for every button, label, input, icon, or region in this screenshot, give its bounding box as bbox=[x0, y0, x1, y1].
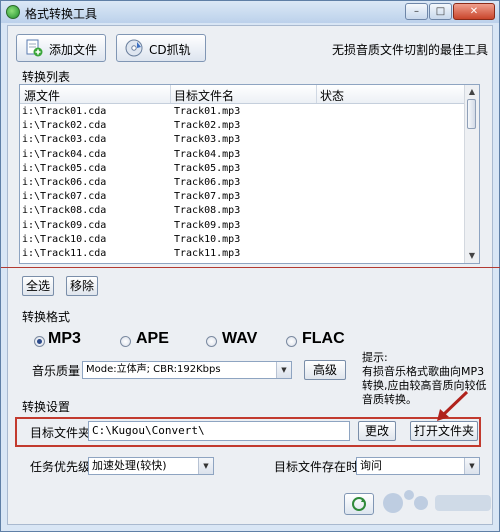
radio-mp3[interactable] bbox=[34, 336, 45, 347]
table-row[interactable]: i:\Track01.cda Track01.mp3 bbox=[20, 105, 466, 119]
convert-button[interactable] bbox=[344, 493, 374, 515]
column-target[interactable]: 目标文件名 bbox=[174, 87, 234, 104]
chevron-down-icon[interactable]: ▼ bbox=[464, 458, 479, 474]
table-row[interactable]: i:\Track03.cda Track03.mp3 bbox=[20, 133, 466, 147]
settings-section-label: 转换设置 bbox=[22, 400, 71, 414]
cd-rip-label: CD抓轨 bbox=[149, 43, 191, 57]
minimize-button[interactable]: – bbox=[405, 3, 428, 20]
advanced-button[interactable]: 高级 bbox=[304, 360, 346, 380]
scroll-down-icon[interactable]: ▼ bbox=[465, 249, 479, 263]
chevron-down-icon[interactable]: ▼ bbox=[276, 362, 291, 378]
radio-ape-label[interactable]: APE bbox=[136, 330, 169, 348]
radio-wav-label[interactable]: WAV bbox=[222, 330, 257, 348]
cell-source: i:\Track01.cda bbox=[22, 106, 107, 117]
add-file-label: 添加文件 bbox=[49, 43, 98, 57]
slogan-text: 无损音质文件切割的最佳工具 bbox=[332, 43, 489, 57]
priority-select-value: 加速处理(较快) bbox=[92, 459, 167, 472]
window-title: 格式转换工具 bbox=[25, 7, 98, 21]
cell-target: Track05.mp3 bbox=[174, 162, 241, 174]
cell-source: i:\Track06.cda bbox=[22, 177, 107, 188]
column-source[interactable]: 源文件 bbox=[24, 87, 60, 104]
cell-source: i:\Track02.cda bbox=[22, 120, 107, 132]
radio-mp3-label[interactable]: MP3 bbox=[48, 330, 81, 348]
main-window: 格式转换工具 – □ ✕ 添加文件 CD抓轨 无损音质文件切割的最佳工具 转换列… bbox=[0, 0, 500, 532]
cell-target: Track07.mp3 bbox=[174, 191, 241, 203]
table-row[interactable]: i:\Track09.cda Track09.mp3 bbox=[20, 219, 466, 233]
format-hint: 提示: 有损音乐格式歌曲向MP3转换,应由较高音质向较低音质转换。 bbox=[362, 351, 492, 407]
column-divider[interactable] bbox=[316, 85, 317, 103]
file-list-header: 源文件 目标文件名 状态 bbox=[20, 85, 466, 104]
cell-target: Track04.mp3 bbox=[174, 148, 241, 160]
cell-target: Track03.mp3 bbox=[174, 134, 241, 146]
add-file-icon bbox=[26, 39, 43, 57]
column-divider[interactable] bbox=[170, 85, 171, 103]
radio-ape[interactable] bbox=[120, 336, 131, 347]
radio-flac[interactable] bbox=[286, 336, 297, 347]
file-list[interactable]: 源文件 目标文件名 状态 i:\Track01.cda Track01.mp3 i:… bbox=[19, 84, 480, 264]
cell-source: i:\Track07.cda bbox=[22, 191, 107, 203]
cell-source: i:\Track10.cda bbox=[22, 233, 107, 245]
exists-label: 目标文件存在时 bbox=[274, 460, 359, 474]
title-bar: 格式转换工具 – □ ✕ bbox=[1, 1, 499, 23]
cell-target: Track02.mp3 bbox=[174, 120, 241, 132]
cell-source: i:\Track09.cda bbox=[22, 219, 107, 231]
cell-target: Track08.mp3 bbox=[174, 205, 241, 217]
format-section-label: 转换格式 bbox=[22, 310, 71, 324]
table-row[interactable]: i:\Track02.cda Track02.mp3 bbox=[20, 119, 466, 133]
table-row[interactable]: i:\Track08.cda Track08.mp3 bbox=[20, 204, 466, 218]
table-row[interactable]: i:\Track06.cda Track06.mp3 bbox=[20, 176, 466, 190]
column-status[interactable]: 状态 bbox=[320, 87, 344, 104]
table-row[interactable]: i:\Track05.cda Track05.mp3 bbox=[20, 162, 466, 176]
cell-target: Track11.mp3 bbox=[174, 248, 241, 259]
table-row[interactable]: i:\Track11.cda Track11.mp3 bbox=[20, 247, 466, 261]
convert-icon bbox=[352, 497, 366, 511]
cell-target: Track09.mp3 bbox=[174, 219, 241, 231]
exists-select-value: 询问 bbox=[360, 459, 382, 472]
chevron-down-icon[interactable]: ▼ bbox=[198, 458, 213, 474]
cd-rip-button[interactable]: CD抓轨 bbox=[116, 34, 206, 62]
cell-target: Track01.mp3 bbox=[174, 106, 241, 117]
priority-label: 任务优先级 bbox=[30, 460, 91, 474]
maximize-button[interactable]: □ bbox=[429, 3, 452, 20]
watermark-logo bbox=[383, 490, 491, 513]
select-all-button[interactable]: 全选 bbox=[22, 276, 54, 296]
main-panel: 添加文件 CD抓轨 无损音质文件切割的最佳工具 转换列表 源文件 目标文件名 状… bbox=[7, 25, 493, 525]
scroll-thumb[interactable] bbox=[467, 99, 476, 129]
table-row[interactable]: i:\Track07.cda Track07.mp3 bbox=[20, 190, 466, 204]
quality-label: 音乐质量 bbox=[32, 364, 81, 378]
quality-select-value: Mode:立体声; CBR:192Kbps bbox=[86, 364, 221, 375]
quality-select[interactable]: Mode:立体声; CBR:192Kbps ▼ bbox=[82, 361, 292, 379]
annotation-line bbox=[1, 267, 500, 268]
scroll-up-icon[interactable]: ▲ bbox=[465, 85, 479, 99]
add-file-button[interactable]: 添加文件 bbox=[16, 34, 106, 62]
table-row[interactable]: i:\Track04.cda Track04.mp3 bbox=[20, 148, 466, 162]
radio-flac-label[interactable]: FLAC bbox=[302, 330, 345, 348]
remove-button[interactable]: 移除 bbox=[66, 276, 98, 296]
cell-source: i:\Track04.cda bbox=[22, 148, 107, 160]
cell-target: Track06.mp3 bbox=[174, 177, 241, 188]
file-list-label: 转换列表 bbox=[22, 70, 71, 84]
cell-source: i:\Track11.cda bbox=[22, 248, 107, 259]
file-list-scrollbar[interactable]: ▲ ▼ bbox=[464, 85, 479, 263]
radio-wav[interactable] bbox=[206, 336, 217, 347]
cell-source: i:\Track03.cda bbox=[22, 134, 107, 146]
priority-select[interactable]: 加速处理(较快) ▼ bbox=[88, 457, 214, 475]
cell-source: i:\Track08.cda bbox=[22, 205, 107, 217]
cell-source: i:\Track05.cda bbox=[22, 162, 107, 174]
annotation-arrow-icon bbox=[437, 390, 469, 421]
app-icon bbox=[6, 5, 20, 19]
table-row[interactable]: i:\Track10.cda Track10.mp3 bbox=[20, 233, 466, 247]
annotation-highlight-box bbox=[15, 417, 481, 447]
cd-icon bbox=[125, 39, 143, 57]
cell-target: Track10.mp3 bbox=[174, 233, 241, 245]
close-button[interactable]: ✕ bbox=[453, 3, 495, 20]
exists-select[interactable]: 询问 ▼ bbox=[356, 457, 480, 475]
